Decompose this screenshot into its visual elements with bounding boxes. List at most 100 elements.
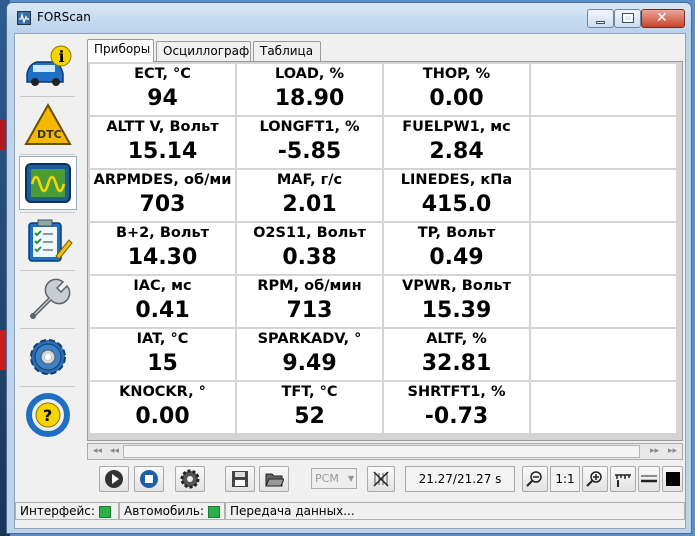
gauge-cell-empty[interactable] (531, 170, 676, 221)
gauge-value: 713 (286, 298, 333, 323)
gauge-cell-empty[interactable] (531, 382, 676, 433)
gauge-label: IAT, °C (136, 331, 189, 347)
sidebar-item-help[interactable]: ? (19, 388, 77, 442)
gauge-label: ALTF, % (426, 331, 487, 347)
gauge-cell-empty[interactable] (531, 64, 676, 115)
sidebar-item-vehicle-info[interactable]: i (19, 40, 77, 94)
stop-button[interactable] (134, 466, 164, 492)
gauge-cell[interactable]: IAC, мс 0.41 (90, 276, 235, 327)
gauge-value: 0.00 (135, 404, 190, 429)
tab-oscilloscope[interactable]: Осциллограф (156, 41, 251, 61)
ruler-button[interactable] (610, 466, 636, 492)
gauge-grid: ECT, °C 94 LOAD, % 18.90 THOP, % 0.00 ALTT V, … (87, 61, 683, 441)
gauge-value: 52 (294, 404, 325, 429)
line-width-button[interactable] (638, 466, 660, 492)
zoom-reset-button[interactable]: 1:1 (550, 466, 580, 492)
gauge-cell-empty[interactable] (531, 117, 676, 168)
gauge-cell[interactable]: ALTF, % 32.81 (384, 329, 529, 380)
gauge-label: IAC, мс (133, 278, 192, 294)
gauge-cell[interactable]: IAT, °C 15 (90, 329, 235, 380)
gauge-cell[interactable]: LINEDES, кПа 415.0 (384, 170, 529, 221)
horizontal-scrollbar[interactable]: ◂◂ ◂◂ ▸▸ ▸▸ (87, 443, 683, 460)
app-icon (17, 11, 31, 25)
open-button[interactable] (259, 466, 289, 492)
gauge-value: 14.30 (127, 245, 198, 270)
close-button[interactable]: ✕ (641, 9, 685, 28)
gauge-value: 2.01 (282, 192, 337, 217)
line-width-icon (641, 475, 657, 483)
gauge-cell[interactable]: TP, Вольт 0.49 (384, 223, 529, 274)
gauge-cell[interactable]: LONGFT1, % -5.85 (237, 117, 382, 168)
gauge-cell[interactable]: O2S11, Вольт 0.38 (237, 223, 382, 274)
sidebar-item-settings[interactable] (19, 330, 77, 384)
gauge-cell[interactable]: ARPMDES, об/ми 703 (90, 170, 235, 221)
gauge-label: LONGFT1, % (259, 119, 360, 135)
gauge-cell[interactable]: ALTT V, Вольт 15.14 (90, 117, 235, 168)
module-select[interactable]: PCM ▼ (311, 468, 357, 489)
gauge-label: RPM, об/мин (257, 278, 362, 294)
zoom-in-button[interactable] (582, 466, 608, 492)
stop-icon (140, 470, 158, 488)
vehicle-status: Автомобиль: (119, 502, 225, 520)
gauge-cell[interactable]: VPWR, Вольт 15.39 (384, 276, 529, 327)
window-title: FORScan (37, 10, 91, 24)
help-icon: ? (26, 393, 70, 437)
scroll-left-button[interactable]: ◂◂ (106, 445, 123, 458)
gauge-cell[interactable]: TFT, °C 52 (237, 382, 382, 433)
save-icon (232, 471, 248, 487)
car-info-icon: i (26, 45, 72, 86)
sidebar-item-tests[interactable] (19, 214, 77, 268)
zoom-out-button[interactable] (522, 466, 548, 492)
gauge-cell[interactable]: MAF, г/с 2.01 (237, 170, 382, 221)
play-button[interactable] (99, 466, 129, 492)
forscan-window: FORScan ✕ i DTC ? Приборы Осциллограф Та… (6, 2, 692, 534)
gauge-value: 2.84 (429, 139, 484, 164)
gauge-cell[interactable]: SHRTFT1, % -0.73 (384, 382, 529, 433)
sidebar-item-service[interactable] (19, 272, 77, 326)
gauge-label: TFT, °C (281, 384, 338, 400)
gauge-label: VPWR, Вольт (401, 278, 512, 294)
gauge-value: 15.39 (421, 298, 492, 323)
scroll-end-button[interactable]: ▸▸ (664, 445, 681, 458)
gauge-cell-empty[interactable] (531, 276, 676, 327)
vehicle-status-led (208, 505, 220, 518)
interface-status: Интерфейс: (15, 502, 119, 520)
gauge-value: 94 (147, 86, 178, 111)
gauge-cell[interactable]: ECT, °C 94 (90, 64, 235, 115)
tab-gauges[interactable]: Приборы (87, 39, 154, 62)
time-readout: 21.27/21.27 s (405, 466, 515, 492)
color-button[interactable] (662, 466, 683, 492)
gauge-cell[interactable]: LOAD, % 18.90 (237, 64, 382, 115)
save-button[interactable] (225, 466, 255, 492)
gauge-cell[interactable]: THOP, % 0.00 (384, 64, 529, 115)
minimize-button[interactable] (587, 9, 614, 28)
dtc-icon: DTC (24, 102, 72, 145)
gauge-cell[interactable]: FUELPW1, мс 2.84 (384, 117, 529, 168)
gauge-cell[interactable]: KNOCKR, ° 0.00 (90, 382, 235, 433)
gauge-cell[interactable]: RPM, об/мин 713 (237, 276, 382, 327)
maximize-icon (622, 13, 634, 23)
scroll-thumb[interactable] (123, 445, 640, 458)
gauge-label: ECT, °C (134, 66, 191, 82)
status-message: Передача данных... (225, 502, 685, 520)
maximize-button[interactable] (614, 9, 641, 28)
gauge-cell-empty[interactable] (531, 223, 676, 274)
title-bar[interactable]: FORScan ✕ (7, 3, 691, 33)
gauge-label: KNOCKR, ° (119, 384, 206, 400)
color-swatch-icon (665, 472, 680, 486)
client-area: i DTC ? Приборы Осциллограф Таблица ECT,… (14, 33, 686, 529)
gauge-value: 0.00 (429, 86, 484, 111)
folder-icon (265, 473, 284, 487)
sidebar-item-dtc[interactable]: DTC (19, 98, 77, 152)
config-button[interactable] (175, 466, 205, 492)
gauge-value: 0.38 (282, 245, 337, 270)
clear-button[interactable] (367, 466, 395, 492)
scroll-start-button[interactable]: ◂◂ (89, 445, 106, 458)
gauge-value: 703 (139, 192, 186, 217)
sidebar-item-oscilloscope[interactable] (19, 156, 77, 210)
tab-table[interactable]: Таблица (253, 41, 321, 61)
gauge-cell[interactable]: SPARKADV, ° 9.49 (237, 329, 382, 380)
scroll-right-button[interactable]: ▸▸ (646, 445, 663, 458)
gauge-cell-empty[interactable] (531, 329, 676, 380)
gauge-cell[interactable]: B+2, Вольт 14.30 (90, 223, 235, 274)
